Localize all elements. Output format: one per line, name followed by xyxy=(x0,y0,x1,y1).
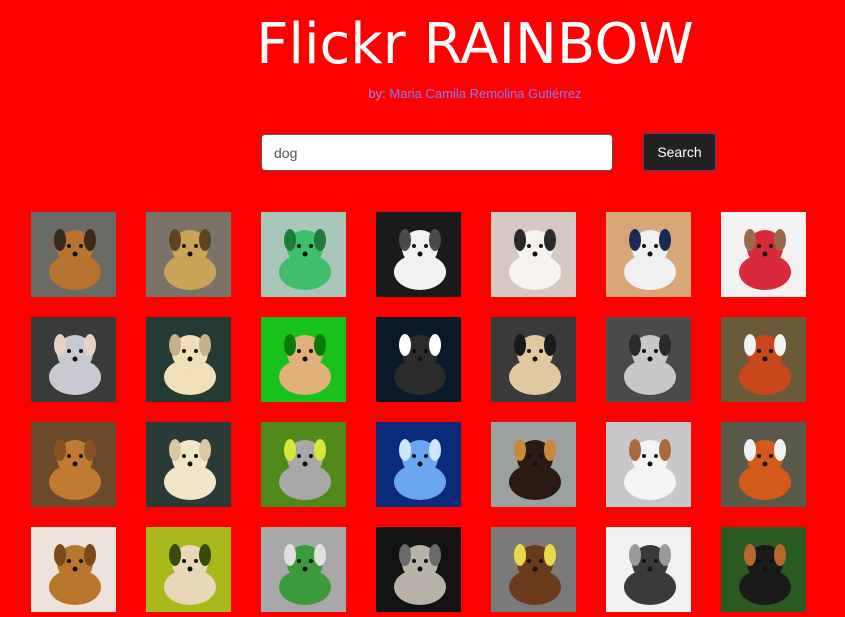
photo-thumbnail[interactable] xyxy=(261,527,346,612)
photo-thumbnail[interactable] xyxy=(261,212,346,297)
photo-thumbnail[interactable] xyxy=(721,212,806,297)
byline: by: Maria Camila Remolina Gutiérrez xyxy=(0,86,845,102)
photo-thumbnail[interactable] xyxy=(606,527,691,612)
photo-thumbnail[interactable] xyxy=(376,527,461,612)
photo-thumbnail[interactable] xyxy=(31,317,116,402)
photo-thumbnail[interactable] xyxy=(606,422,691,507)
photo-thumbnail[interactable] xyxy=(31,212,116,297)
photo-thumbnail[interactable] xyxy=(491,317,576,402)
page-title: Flickr RAINBOW xyxy=(256,12,694,77)
photo-thumbnail[interactable] xyxy=(146,527,231,612)
photo-thumbnail[interactable] xyxy=(721,317,806,402)
author-link[interactable]: Maria Camila Remolina Gutiérrez xyxy=(389,86,581,101)
search-input[interactable] xyxy=(261,134,613,171)
photo-thumbnail[interactable] xyxy=(31,527,116,612)
photo-thumbnail[interactable] xyxy=(606,212,691,297)
photo-thumbnail[interactable] xyxy=(376,422,461,507)
photo-thumbnail[interactable] xyxy=(376,317,461,402)
search-button[interactable]: Search xyxy=(643,133,716,171)
photo-thumbnail[interactable] xyxy=(146,422,231,507)
photo-thumbnail[interactable] xyxy=(261,422,346,507)
photo-thumbnail[interactable] xyxy=(146,212,231,297)
photo-thumbnail[interactable] xyxy=(491,422,576,507)
photo-thumbnail[interactable] xyxy=(376,212,461,297)
byline-prefix: by: xyxy=(368,86,390,101)
photo-thumbnail[interactable] xyxy=(31,422,116,507)
photo-thumbnail[interactable] xyxy=(606,317,691,402)
photo-thumbnail[interactable] xyxy=(491,212,576,297)
photo-thumbnail[interactable] xyxy=(146,317,231,402)
photo-thumbnail[interactable] xyxy=(721,527,806,612)
photo-thumbnail[interactable] xyxy=(491,527,576,612)
photo-grid xyxy=(31,212,821,617)
photo-thumbnail[interactable] xyxy=(261,317,346,402)
photo-thumbnail[interactable] xyxy=(721,422,806,507)
